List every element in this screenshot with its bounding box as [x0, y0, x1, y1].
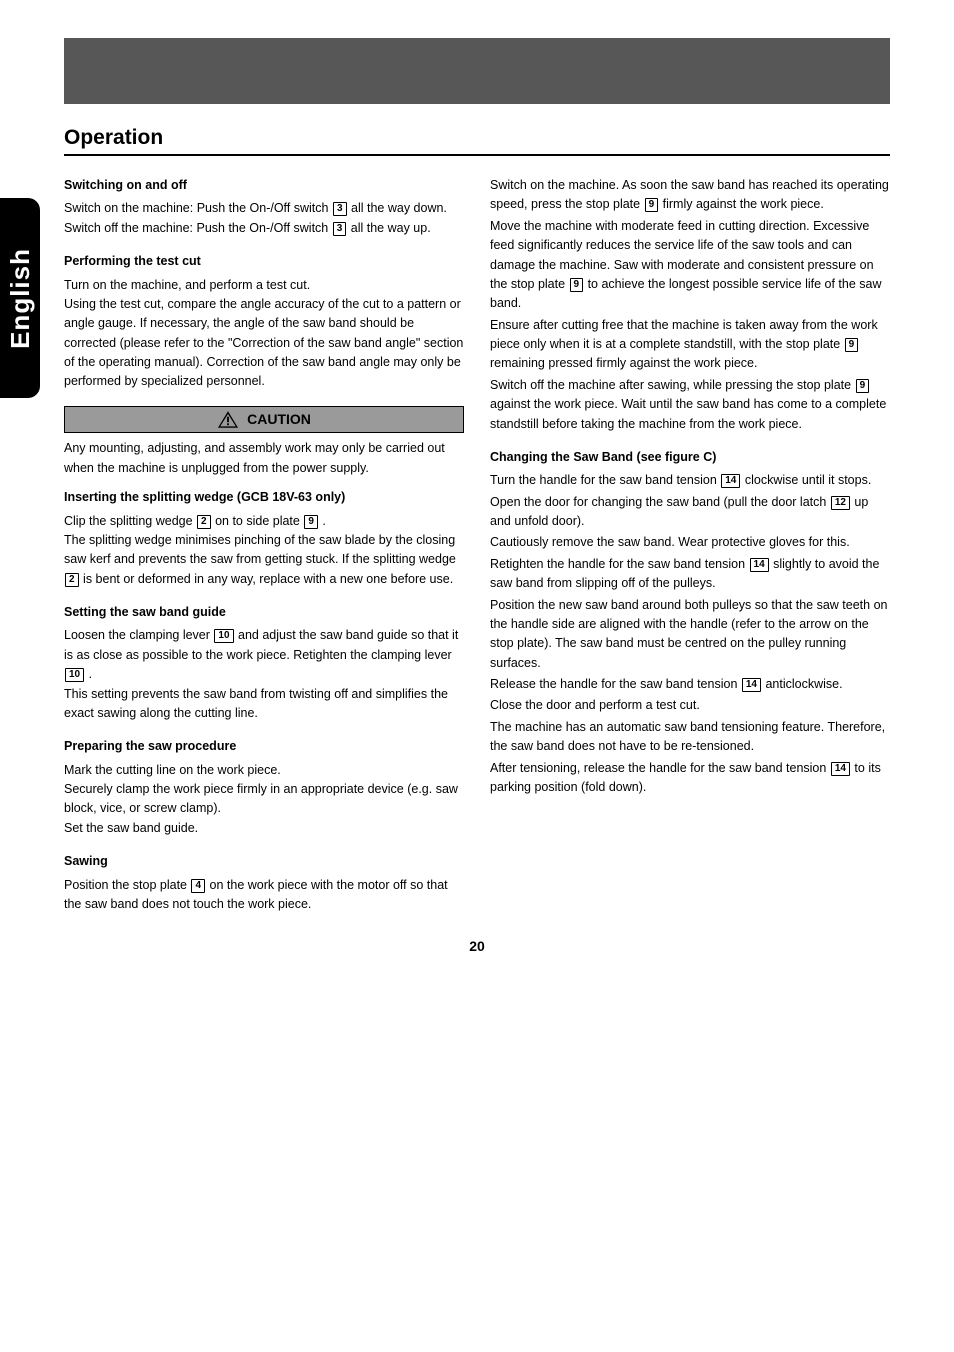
language-tab: English	[0, 198, 40, 398]
ref-3: 3	[333, 202, 347, 216]
text: Retighten the handle for the saw band te…	[490, 557, 749, 571]
text: clockwise until it stops.	[745, 473, 871, 487]
heading-changing-saw-band: Changing the Saw Band (see figure C)	[490, 448, 890, 467]
ref-14: 14	[831, 762, 850, 776]
header-bar	[64, 38, 890, 104]
left-column: Switching on and off Switch on the machi…	[64, 176, 464, 928]
text: Position the new saw band around both pu…	[490, 596, 890, 674]
section-title: Operation	[64, 126, 890, 156]
ref-3: 3	[333, 222, 347, 236]
ref-9: 9	[856, 379, 870, 393]
text: Set the saw band guide.	[64, 819, 464, 838]
page-number: 20	[0, 938, 954, 954]
text: Switch on the machine: Push the On-/Off …	[64, 201, 328, 215]
caution-label: CAUTION	[247, 409, 311, 431]
text: all the way up.	[351, 221, 431, 235]
text: remaining pressed firmly against the wor…	[490, 356, 757, 370]
text: on to side plate	[215, 514, 303, 528]
text: After tensioning, release the handle for…	[490, 761, 830, 775]
text: against the work piece. Wait until the s…	[490, 397, 886, 430]
text: This setting prevents the saw band from …	[64, 685, 464, 724]
text: is bent or deformed in any way, replace …	[83, 572, 453, 586]
text: Using the test cut, compare the angle ac…	[64, 295, 464, 392]
test-cut-block: Performing the test cut Turn on the mach…	[64, 252, 464, 392]
ref-9: 9	[304, 515, 318, 529]
heading-test-cut: Performing the test cut	[64, 252, 464, 271]
heading-preparing: Preparing the saw procedure	[64, 737, 464, 756]
ref-14: 12	[831, 496, 850, 510]
ref-10: 10	[65, 668, 84, 682]
ref-14: 14	[721, 474, 740, 488]
ref-9: 9	[845, 338, 859, 352]
text: Cautiously remove the saw band. Wear pro…	[490, 533, 890, 552]
preparing-block: Preparing the saw procedure Mark the cut…	[64, 737, 464, 838]
text: The splitting wedge minimises pinching o…	[64, 533, 456, 566]
caution-header: CAUTION	[64, 406, 464, 434]
text: anticlockwise.	[765, 677, 842, 691]
text: Position the stop plate	[64, 878, 190, 892]
text: all the way down.	[351, 201, 447, 215]
text: Release the handle for the saw band tens…	[490, 677, 741, 691]
text: Turn the handle for the saw band tension	[490, 473, 720, 487]
text: Clip the splitting wedge	[64, 514, 196, 528]
ref-2: 2	[65, 573, 79, 587]
heading-splitting-wedge: Inserting the splitting wedge (GCB 18V-6…	[64, 488, 464, 507]
warning-icon	[217, 410, 239, 429]
switching-block: Switching on and off Switch on the machi…	[64, 176, 464, 238]
text: Open the door for changing the saw band …	[490, 495, 830, 509]
ref-4: 4	[191, 879, 205, 893]
ref-14: 14	[742, 678, 761, 692]
text: .	[89, 667, 92, 681]
caution-text: Any mounting, adjusting, and assembly wo…	[64, 439, 464, 478]
text: Close the door and perform a test cut.	[490, 696, 890, 715]
sawing-block: Sawing Position the stop plate 4 on the …	[64, 852, 464, 914]
ref-9: 9	[570, 278, 584, 292]
caution-box: CAUTION Any mounting, adjusting, and ass…	[64, 406, 464, 478]
text: Turn on the machine, and perform a test …	[64, 276, 464, 295]
content-columns: Switching on and off Switch on the machi…	[64, 176, 890, 928]
saw-band-guide-block: Setting the saw band guide Loosen the cl…	[64, 603, 464, 723]
splitting-wedge-block: Inserting the splitting wedge (GCB 18V-6…	[64, 488, 464, 589]
text: .	[322, 514, 325, 528]
text: Switch off the machine after sawing, whi…	[490, 378, 855, 392]
heading-switching: Switching on and off	[64, 176, 464, 195]
right-column: Switch on the machine. As soon the saw b…	[490, 176, 890, 928]
ref-9: 9	[645, 198, 659, 212]
text: firmly against the work piece.	[663, 197, 824, 211]
ref-2: 2	[197, 515, 211, 529]
text: Switch off the machine: Push the On-/Off…	[64, 221, 328, 235]
text: Securely clamp the work piece firmly in …	[64, 780, 464, 819]
text: The machine has an automatic saw band te…	[490, 718, 890, 757]
ref-14: 14	[750, 558, 769, 572]
text: Ensure after cutting free that the machi…	[490, 318, 878, 351]
text: Mark the cutting line on the work piece.	[64, 761, 464, 780]
text: Loosen the clamping lever	[64, 628, 213, 642]
ref-10: 10	[214, 629, 233, 643]
heading-sawing: Sawing	[64, 852, 464, 871]
heading-saw-band-guide: Setting the saw band guide	[64, 603, 464, 622]
language-tab-label: English	[5, 248, 36, 349]
changing-saw-band-block: Changing the Saw Band (see figure C) Tur…	[490, 448, 890, 797]
